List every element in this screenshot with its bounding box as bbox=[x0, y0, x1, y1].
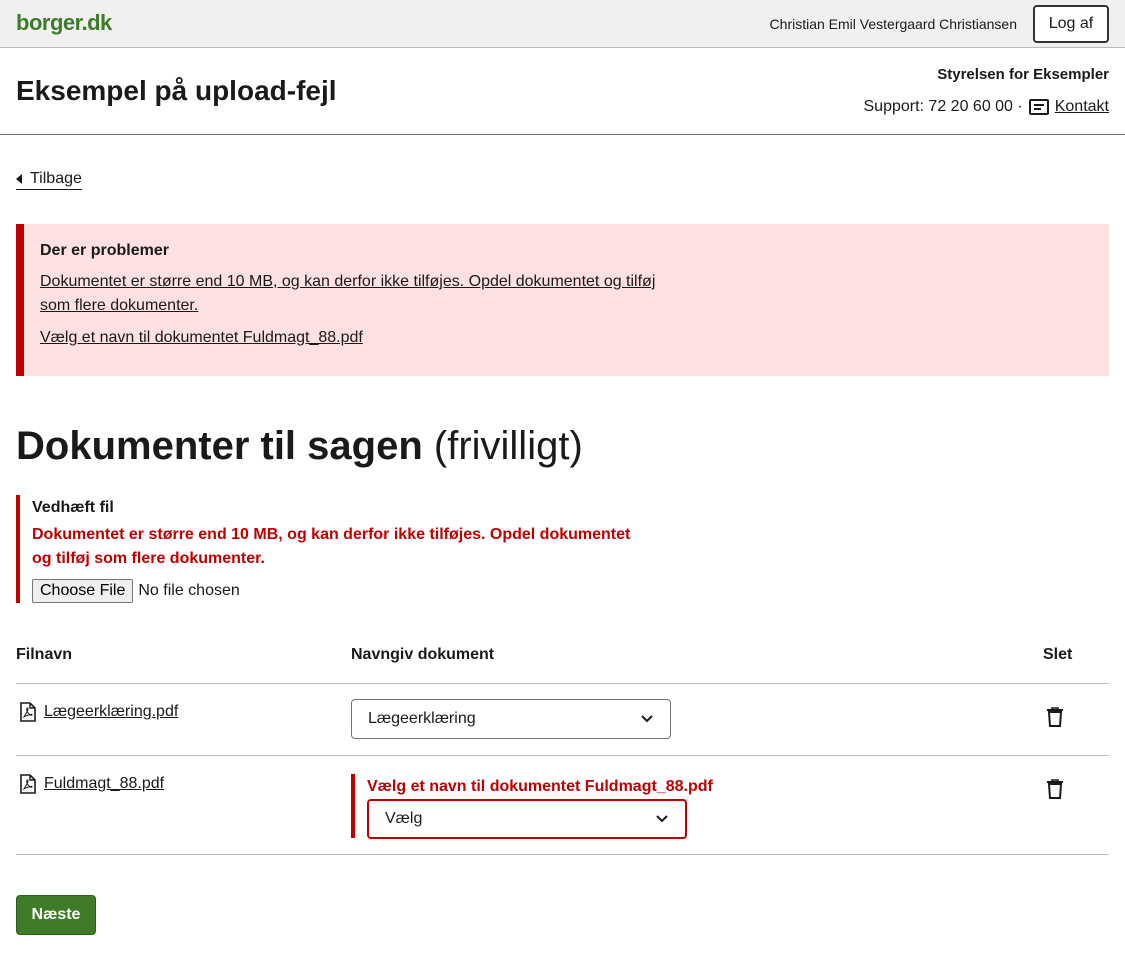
contact-form-icon bbox=[1028, 99, 1049, 115]
column-header-delete: Slet bbox=[1043, 646, 1073, 663]
error-summary-link-file-size[interactable]: Dokumentet er større end 10 MB, og kan d… bbox=[40, 270, 680, 318]
error-summary-title: Der er problemer bbox=[40, 242, 169, 259]
support-line: Support: 72 20 60 00 · Kontakt bbox=[863, 98, 1109, 116]
contact-link[interactable]: Kontakt bbox=[1055, 98, 1109, 116]
table-divider bbox=[16, 683, 1109, 684]
upload-label: Vedhæft fil bbox=[32, 499, 114, 516]
table-row-file: Lægeerklæring.pdf bbox=[20, 702, 178, 722]
file-link-fuldmagt[interactable]: Fuldmagt_88.pdf bbox=[44, 775, 164, 793]
document-name-select[interactable]: Vælg bbox=[367, 799, 687, 839]
choose-file-button[interactable]: Choose File bbox=[32, 579, 134, 603]
section-title-optional: (frivilligt) bbox=[433, 424, 583, 468]
section-title: Dokumenter til sagen (frivilligt) bbox=[16, 424, 583, 469]
error-summary-link-document-name[interactable]: Vælg et navn til dokumentet Fuldmagt_88.… bbox=[40, 326, 680, 350]
delete-trash-icon[interactable] bbox=[1046, 707, 1064, 727]
row-error-bar bbox=[351, 774, 355, 838]
delete-trash-icon[interactable] bbox=[1046, 779, 1064, 799]
select-value: Vælg bbox=[385, 810, 423, 827]
error-summary: Der er problemer Dokumentet er større en… bbox=[16, 224, 1109, 376]
pdf-file-icon bbox=[20, 702, 36, 722]
top-bar: borger.dk Christian Emil Vestergaard Chr… bbox=[0, 0, 1125, 48]
logout-button[interactable]: Log af bbox=[1033, 5, 1109, 43]
page-header: Eksempel på upload-fejl Styrelsen for Ek… bbox=[0, 48, 1125, 135]
back-link[interactable]: Tilbage bbox=[16, 170, 82, 190]
table-divider bbox=[16, 854, 1109, 855]
no-file-text: No file chosen bbox=[138, 582, 240, 599]
pdf-file-icon bbox=[20, 774, 36, 794]
select-value: Lægeerklæring bbox=[368, 710, 476, 727]
authority-name: Styrelsen for Eksempler bbox=[937, 66, 1109, 83]
support-phone: Support: 72 20 60 00 · bbox=[863, 98, 1023, 115]
file-input[interactable]: Choose File No file chosen bbox=[32, 579, 652, 603]
caret-left-icon bbox=[16, 174, 22, 184]
chevron-down-icon bbox=[656, 815, 668, 823]
file-link-laegeerklaering[interactable]: Lægeerklæring.pdf bbox=[44, 703, 178, 721]
column-header-filename: Filnavn bbox=[16, 646, 73, 663]
back-link-label: Tilbage bbox=[30, 170, 82, 187]
next-button[interactable]: Næste bbox=[16, 895, 96, 935]
document-name-error: Vælg et navn til dokumentet Fuldmagt_88.… bbox=[367, 778, 713, 795]
table-divider bbox=[16, 755, 1109, 756]
chevron-down-icon bbox=[641, 715, 653, 723]
table-row-file: Fuldmagt_88.pdf bbox=[20, 774, 164, 794]
upload-field: Vedhæft fil Dokumentet er større end 10 … bbox=[16, 495, 652, 603]
page-title: Eksempel på upload-fejl bbox=[16, 75, 337, 106]
column-header-document-name: Navngiv dokument bbox=[351, 646, 495, 663]
user-name: Christian Emil Vestergaard Christiansen bbox=[769, 16, 1017, 32]
section-title-main: Dokumenter til sagen bbox=[16, 424, 423, 468]
upload-error-message: Dokumentet er større end 10 MB, og kan d… bbox=[32, 526, 631, 567]
document-name-select[interactable]: Lægeerklæring bbox=[351, 699, 671, 739]
borger-dk-logo[interactable]: borger.dk bbox=[16, 10, 112, 36]
